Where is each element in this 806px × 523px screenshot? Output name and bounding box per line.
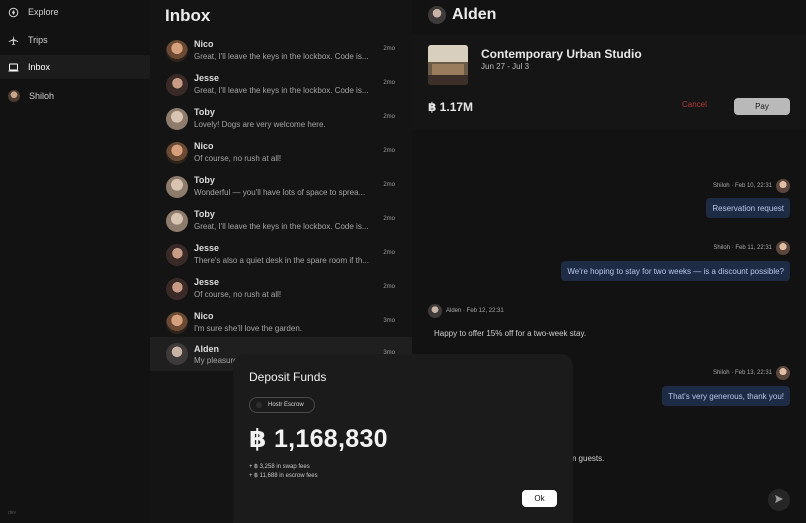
inbox-title: Inbox — [165, 6, 211, 25]
conversation-time: 2mo — [383, 216, 395, 222]
conversation-snippet: Of course, no rush at all! — [194, 154, 282, 163]
conversation-name: Toby — [194, 175, 215, 185]
avatar — [428, 6, 446, 24]
message-bubble: That's very generous, thank you! — [662, 386, 790, 406]
conversation-item[interactable]: Toby Great, I'll leave the keys in the l… — [150, 207, 412, 241]
conversation-name: Jesse — [194, 277, 220, 287]
conversation-time: 2mo — [383, 284, 395, 290]
modal-title: Deposit Funds — [249, 370, 327, 384]
sidebar-item-label: Shiloh — [29, 91, 55, 101]
sidebar-item-explore[interactable]: Explore — [0, 0, 150, 24]
conversation-name: Toby — [194, 107, 215, 117]
message-meta-text: Alden · Feb 12, 22:31 — [446, 308, 504, 314]
swap-fee: + ฿ 3,258 in swap fees — [249, 464, 310, 470]
message-bubble: Reservation request — [706, 198, 790, 218]
conversation-time: 2mo — [383, 148, 395, 154]
send-icon — [774, 491, 784, 509]
avatar — [776, 179, 790, 193]
escrow-chip-label: Hostr Escrow — [268, 402, 304, 408]
escrow-icon — [256, 402, 262, 408]
conversation-item[interactable]: Jesse Of course, no rush at all! 2mo — [150, 275, 412, 309]
avatar — [166, 343, 188, 365]
cancel-button[interactable]: Cancel — [682, 100, 707, 109]
listing-card: Contemporary Urban Studio Jun 27 - Jul 3… — [412, 34, 806, 130]
avatar — [8, 90, 20, 102]
conversation-time: 2mo — [383, 182, 395, 188]
message-meta-text: Shiloh · Feb 11, 22:31 — [713, 245, 772, 251]
avatar — [166, 176, 188, 198]
deposit-modal: Deposit Funds Hostr Escrow ฿ 1,168,830 +… — [233, 354, 573, 523]
avatar — [166, 74, 188, 96]
message-meta-text: Shiloh · Feb 10, 22:31 — [712, 183, 772, 189]
conversation-name: Nico — [194, 141, 214, 151]
conversation-time: 2mo — [383, 114, 395, 120]
conversation-name: Jesse — [194, 243, 220, 253]
message-text: Happy to offer 15% off for a two-week st… — [434, 329, 587, 338]
conversation-item[interactable]: Nico Of course, no rush at all! 2mo — [150, 139, 412, 173]
conversation-snippet: There's also a quiet desk in the spare r… — [194, 256, 369, 265]
avatar — [166, 312, 188, 334]
conversation-name: Nico — [194, 311, 214, 321]
conversation-name: Nico — [194, 39, 214, 49]
conversation-name: Toby — [194, 209, 215, 219]
ok-button[interactable]: Ok — [522, 490, 557, 507]
sidebar-item-label: Trips — [28, 35, 48, 45]
avatar — [776, 241, 790, 255]
conversation-snippet: Of course, no rush at all! — [194, 290, 282, 299]
plane-icon — [8, 35, 19, 46]
avatar — [166, 210, 188, 232]
compass-icon — [8, 7, 19, 18]
escrow-chip[interactable]: Hostr Escrow — [249, 397, 315, 413]
avatar — [166, 108, 188, 130]
conversation-snippet: I'm sure she'll love the garden. — [194, 324, 302, 333]
conversation-item[interactable]: Toby Lovely! Dogs are very welcome here.… — [150, 105, 412, 139]
conversation-time: 3mo — [383, 318, 395, 324]
sidebar-item-inbox[interactable]: Inbox — [0, 55, 150, 79]
sidebar-item-label: Explore — [28, 7, 59, 17]
listing-dates: Jun 27 - Jul 3 — [481, 62, 530, 71]
pay-button[interactable]: Pay — [734, 98, 790, 115]
conversation-time: 2mo — [383, 46, 395, 52]
listing-name: Contemporary Urban Studio — [481, 47, 642, 61]
avatar — [166, 142, 188, 164]
conversation-name: Jesse — [194, 73, 220, 83]
conversation-time: 2mo — [383, 250, 395, 256]
conversation-item[interactable]: Toby Wonderful — you'll have lots of spa… — [150, 173, 412, 207]
sidebar-item-label: Inbox — [28, 62, 51, 72]
message-meta: Shiloh · Feb 10, 22:31 — [713, 179, 790, 193]
avatar — [166, 278, 188, 300]
escrow-fee: + ฿ 11,688 in escrow fees — [249, 473, 318, 479]
avatar — [428, 304, 442, 318]
conversation-snippet: Great, I'll leave the keys in the lockbo… — [194, 222, 369, 231]
version-label: dev — [8, 510, 17, 516]
send-button[interactable] — [768, 489, 790, 511]
message-meta: Alden · Feb 12, 22:31 — [428, 304, 504, 318]
laptop-icon — [8, 62, 19, 73]
message-meta: Shiloh · Feb 11, 22:31 — [713, 241, 790, 255]
message-meta-text: Shiloh · Feb 13, 22:31 — [712, 370, 772, 376]
conversation-snippet: Great, I'll leave the keys in the lockbo… — [194, 86, 369, 95]
conversation-item[interactable]: Nico Great, I'll leave the keys in the l… — [150, 37, 412, 71]
conversation-item[interactable]: Jesse Great, I'll leave the keys in the … — [150, 71, 412, 105]
listing-thumbnail[interactable] — [428, 45, 468, 85]
conversation-snippet: Great, I'll leave the keys in the lockbo… — [194, 52, 369, 61]
conversation-snippet: Lovely! Dogs are very welcome here. — [194, 120, 326, 129]
sidebar-item-profile[interactable]: Shiloh — [0, 84, 150, 108]
sidebar-item-trips[interactable]: Trips — [0, 28, 150, 52]
avatar — [166, 244, 188, 266]
conversation-snippet: Wonderful — you'll have lots of space to… — [194, 188, 366, 197]
message-bubble: We're hoping to stay for two weeks — is … — [561, 261, 790, 281]
conversation-time: 2mo — [383, 80, 395, 86]
deposit-amount: ฿ 1,168,830 — [249, 425, 388, 453]
conversation-name: Alden — [194, 344, 220, 354]
chat-title: Alden — [452, 6, 497, 23]
avatar — [776, 366, 790, 380]
listing-price: ฿ 1.17M — [428, 100, 474, 114]
sidebar: Explore Trips Inbox Shiloh dev — [0, 0, 150, 523]
message-meta: Shiloh · Feb 13, 22:31 — [713, 366, 790, 380]
conversation-item[interactable]: Jesse There's also a quiet desk in the s… — [150, 241, 412, 275]
avatar — [166, 40, 188, 62]
